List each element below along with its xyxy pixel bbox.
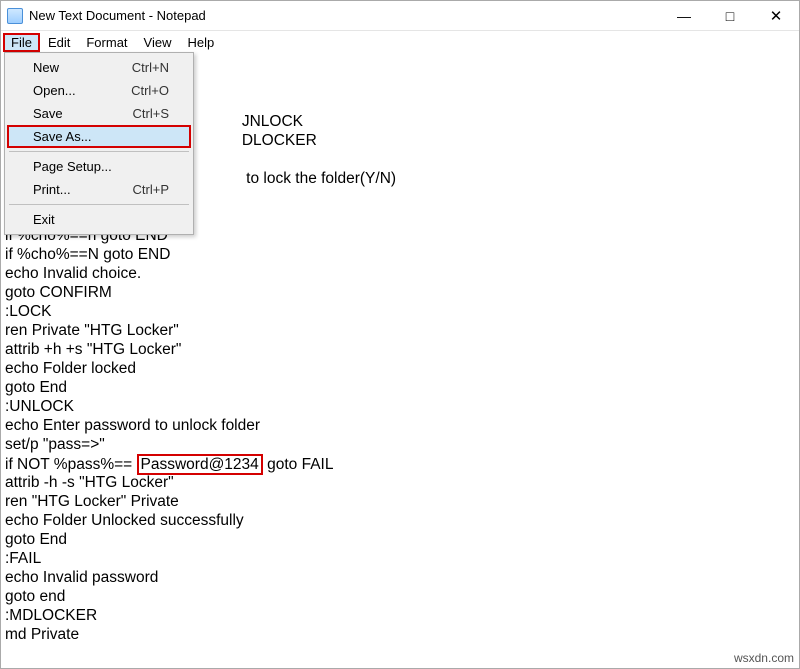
- editor-line: goto end: [5, 587, 795, 606]
- menu-item-label: New: [33, 60, 132, 75]
- menu-exit[interactable]: Exit: [7, 208, 191, 231]
- menu-item-shortcut: Ctrl+S: [133, 106, 169, 121]
- window-controls: — □ ✕: [661, 1, 799, 30]
- menu-open[interactable]: Open... Ctrl+O: [7, 79, 191, 102]
- menu-view[interactable]: View: [136, 33, 180, 52]
- menu-print[interactable]: Print... Ctrl+P: [7, 178, 191, 201]
- close-button[interactable]: ✕: [753, 1, 799, 30]
- menu-save-as[interactable]: Save As...: [7, 125, 191, 148]
- editor-line: :MDLOCKER: [5, 606, 795, 625]
- menu-item-label: Save: [33, 106, 133, 121]
- editor-line: echo Invalid password: [5, 568, 795, 587]
- editor-line: ren Private "HTG Locker": [5, 321, 795, 340]
- menu-item-shortcut: Ctrl+O: [131, 83, 169, 98]
- editor-line: echo Enter password to unlock folder: [5, 416, 795, 435]
- menu-file[interactable]: File: [3, 33, 40, 52]
- title-bar: New Text Document - Notepad — □ ✕: [1, 1, 799, 31]
- menu-page-setup[interactable]: Page Setup...: [7, 155, 191, 178]
- menu-save[interactable]: Save Ctrl+S: [7, 102, 191, 125]
- editor-line: goto End: [5, 378, 795, 397]
- editor-line: echo Folder Unlocked successfully: [5, 511, 795, 530]
- menu-bar: File Edit Format View Help: [1, 31, 799, 53]
- editor-line: :FAIL: [5, 549, 795, 568]
- watermark: wsxdn.com: [734, 651, 794, 665]
- menu-item-label: Open...: [33, 83, 131, 98]
- maximize-button[interactable]: □: [707, 1, 753, 30]
- editor-line: ren "HTG Locker" Private: [5, 492, 795, 511]
- menu-item-shortcut: Ctrl+N: [132, 60, 169, 75]
- editor-line: goto CONFIRM: [5, 283, 795, 302]
- menu-item-label: Page Setup...: [33, 159, 169, 174]
- window-title: New Text Document - Notepad: [29, 8, 661, 23]
- editor-line: set/p "pass=>": [5, 435, 795, 454]
- editor-line: md Private: [5, 625, 795, 644]
- menu-item-label: Print...: [33, 182, 133, 197]
- editor-line: echo Folder locked: [5, 359, 795, 378]
- menu-separator: [9, 204, 189, 205]
- menu-format[interactable]: Format: [78, 33, 135, 52]
- file-menu-dropdown: New Ctrl+N Open... Ctrl+O Save Ctrl+S Sa…: [4, 52, 194, 235]
- menu-edit[interactable]: Edit: [40, 33, 78, 52]
- editor-line: attrib -h -s "HTG Locker": [5, 473, 795, 492]
- menu-item-label: Exit: [33, 212, 169, 227]
- menu-new[interactable]: New Ctrl+N: [7, 56, 191, 79]
- editor-line: :UNLOCK: [5, 397, 795, 416]
- editor-line: if %cho%==N goto END: [5, 245, 795, 264]
- editor-line: if NOT %pass%== Password@1234 goto FAIL: [5, 454, 795, 473]
- editor-line: attrib +h +s "HTG Locker": [5, 340, 795, 359]
- password-highlight: Password@1234: [137, 454, 263, 475]
- menu-item-label: Save As...: [33, 129, 169, 144]
- notepad-icon: [7, 8, 23, 24]
- editor-line: goto End: [5, 530, 795, 549]
- menu-help[interactable]: Help: [179, 33, 222, 52]
- editor-line: echo Invalid choice.: [5, 264, 795, 283]
- minimize-button[interactable]: —: [661, 1, 707, 30]
- menu-separator: [9, 151, 189, 152]
- menu-item-shortcut: Ctrl+P: [133, 182, 169, 197]
- editor-line: :LOCK: [5, 302, 795, 321]
